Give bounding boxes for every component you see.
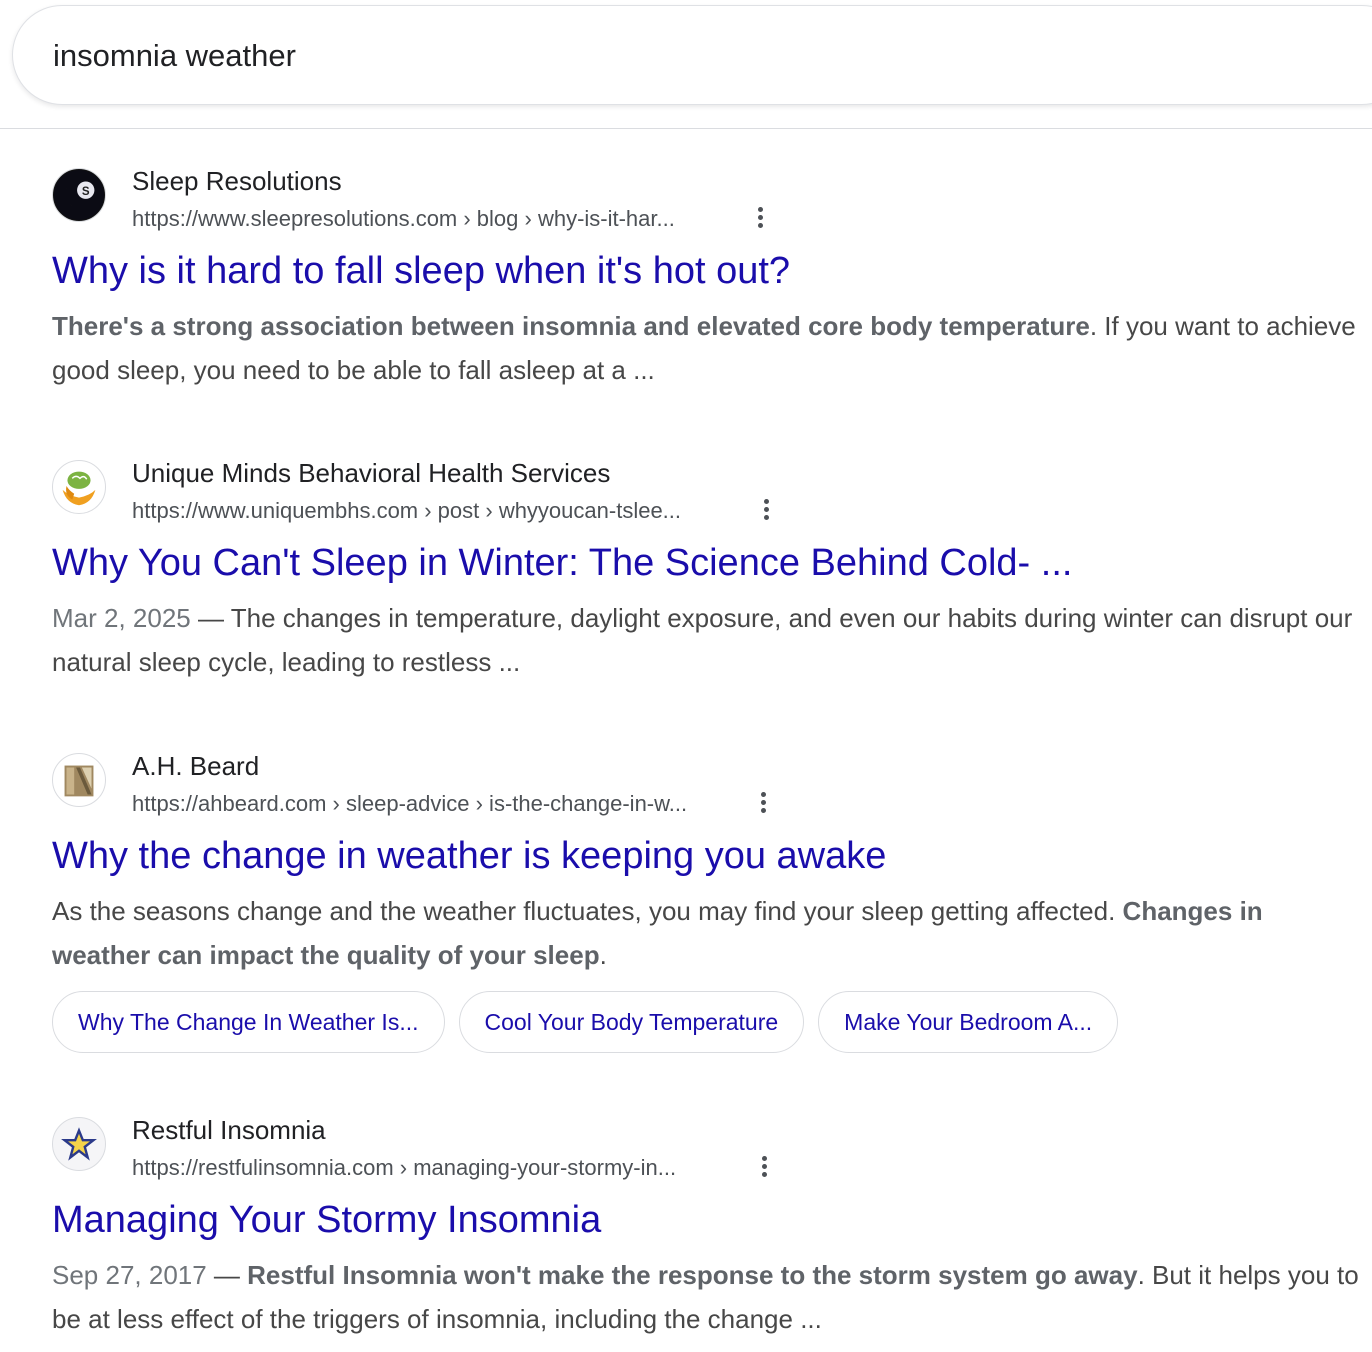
header-divider: [0, 128, 1372, 129]
sleep-resolutions-favicon-icon: S: [52, 168, 106, 222]
result-snippet: As the seasons change and the weather fl…: [52, 889, 1362, 977]
result-title-link[interactable]: Why is it hard to fall sleep when it's h…: [52, 250, 790, 293]
result-url[interactable]: https://restfulinsomnia.com › managing-y…: [132, 1155, 676, 1181]
snippet-highlight: Restful Insomnia won't make the response…: [247, 1260, 1138, 1290]
sitelink-chip[interactable]: Why The Change In Weather Is...: [52, 991, 445, 1053]
search-input[interactable]: [53, 34, 1053, 78]
result-snippet: There's a strong association between ins…: [52, 304, 1362, 392]
result-site-name[interactable]: A.H. Beard: [132, 751, 259, 782]
result-date: Mar 2, 2025: [52, 603, 191, 633]
snippet-text-end: .: [599, 940, 607, 970]
search-bar[interactable]: [12, 5, 1372, 105]
result-url[interactable]: https://ahbeard.com › sleep-advice › is-…: [132, 791, 687, 817]
result-site-name[interactable]: Unique Minds Behavioral Health Services: [132, 458, 610, 489]
sitelink-chip[interactable]: Make Your Bedroom A...: [818, 991, 1119, 1053]
result-title-link[interactable]: Managing Your Stormy Insomnia: [52, 1199, 601, 1242]
snippet-highlight: There's a strong association between ins…: [52, 311, 1090, 341]
sitelink-chip[interactable]: Cool Your Body Temperature: [458, 991, 805, 1053]
more-vert-icon[interactable]: [754, 1153, 774, 1183]
snippet-dash: —: [206, 1260, 248, 1290]
result-url[interactable]: https://www.uniquembhs.com › post › whyy…: [132, 498, 681, 524]
search-results-page: S Sleep Resolutions https://www.sleepres…: [0, 0, 1372, 1352]
result-snippet: Sep 27, 2017 — Restful Insomnia won't ma…: [52, 1253, 1362, 1341]
snippet-text: As the seasons change and the weather fl…: [52, 896, 1123, 926]
ah-beard-favicon-icon: [52, 753, 106, 807]
more-vert-icon[interactable]: [753, 789, 773, 819]
result-site-name[interactable]: Sleep Resolutions: [132, 166, 342, 197]
brain-hands-favicon-icon: [52, 460, 106, 514]
snippet-text: — The changes in temperature, daylight e…: [52, 603, 1353, 677]
sitelink-chips: Why The Change In Weather Is... Cool You…: [52, 991, 1119, 1053]
star-favicon-icon: [52, 1117, 106, 1171]
more-vert-icon[interactable]: [756, 496, 776, 526]
more-vert-icon[interactable]: [750, 204, 770, 234]
result-title-link[interactable]: Why You Can't Sleep in Winter: The Scien…: [52, 542, 1072, 585]
result-date: Sep 27, 2017: [52, 1260, 207, 1290]
result-url[interactable]: https://www.sleepresolutions.com › blog …: [132, 206, 675, 232]
result-site-name[interactable]: Restful Insomnia: [132, 1115, 326, 1146]
svg-text:S: S: [82, 186, 90, 198]
result-title-link[interactable]: Why the change in weather is keeping you…: [52, 835, 886, 878]
result-snippet: Mar 2, 2025 — The changes in temperature…: [52, 596, 1362, 684]
